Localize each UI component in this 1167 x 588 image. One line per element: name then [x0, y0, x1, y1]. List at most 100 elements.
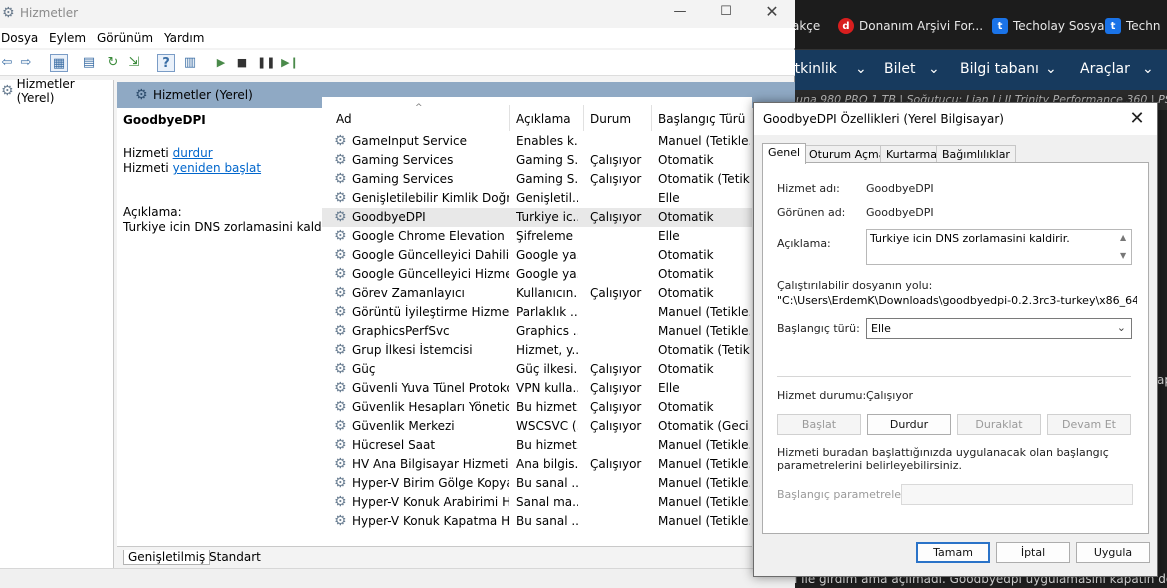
table-row[interactable]: ⚙ Hyper-V Birim Gölge Kopya... Bu sanal ..…: [322, 474, 752, 493]
services-gear-icon: ⚙: [1, 83, 14, 99]
bookmark-akakce[interactable]: akçe: [792, 17, 820, 35]
service-name-cell: HV Ana Bilgisayar Hizmeti: [352, 457, 509, 471]
services-gear-icon: ⚙: [135, 87, 148, 103]
service-name-cell: Görüntü İyileştirme Hizmeti: [352, 305, 509, 319]
service-name-cell: Güvenli Yuva Tünel Protoko...: [352, 381, 509, 395]
menu-gorunum[interactable]: Görünüm: [97, 31, 153, 45]
tab-standard[interactable]: Standart: [205, 550, 265, 564]
restart-service-icon[interactable]: ▶❙: [281, 54, 299, 72]
menu-eylem[interactable]: Eylem: [49, 31, 86, 45]
restart-service-link[interactable]: yeniden başlat: [173, 161, 261, 175]
service-status-cell: Çalışıyor: [590, 286, 642, 300]
startup-type-select[interactable]: Elle ⌄: [866, 318, 1132, 339]
properties-sheet-icon[interactable]: ▤: [80, 54, 98, 72]
bookmark-techolay-sosyal[interactable]: t Techolay Sosyal: [992, 17, 1108, 35]
table-row[interactable]: ⚙ Güç Güç ilkesi... Çalışıyor Otomatik: [322, 360, 752, 379]
stop-service-link[interactable]: durdur: [173, 146, 213, 160]
table-row[interactable]: ⚙ Görev Zamanlayıcı Kullanıcın... Çalışıyor…: [322, 284, 752, 303]
bookmark-donanim-arsivi[interactable]: d Donanım Arşivi For...: [838, 17, 983, 35]
nav-item-bilgi-tabani[interactable]: Bilgi tabanı: [960, 61, 1039, 77]
table-row[interactable]: ⚙ Google Güncelleyici Hizmet... Google ya.…: [322, 265, 752, 284]
close-icon[interactable]: ✕: [1125, 108, 1149, 130]
help-icon[interactable]: ?: [157, 54, 175, 72]
minimize-icon[interactable]: —: [665, 4, 695, 22]
service-description-cell: Gaming S...: [516, 153, 578, 167]
tab-genel[interactable]: Genel: [762, 143, 807, 164]
table-row[interactable]: ⚙ GoodbyeDPI Turkiye ic... Çalışıyor Otomati…: [322, 208, 752, 227]
column-header-durum[interactable]: Durum: [590, 112, 631, 126]
table-row[interactable]: ⚙ Güvenlik Merkezi WSCSVC (... Çalışıyor Oto…: [322, 417, 752, 436]
table-row[interactable]: ⚙ Hyper-V Konuk Kapatma Hi... Bu sanal ...…: [322, 512, 752, 531]
service-description-cell: Genişletil...: [516, 191, 578, 205]
start-service-icon[interactable]: ▶: [212, 54, 230, 72]
column-header-baslangic-turu[interactable]: Başlangıç Türü: [658, 112, 745, 126]
tab-oturum-acma[interactable]: Oturum Açma: [803, 145, 892, 163]
list-header: ^ Ad Açıklama Durum Başlangıç Türü: [322, 103, 752, 131]
forward-arrow-icon[interactable]: ⇨: [17, 54, 35, 72]
service-startup-cell: Otomatik: [658, 286, 714, 300]
column-header-aciklama[interactable]: Açıklama: [516, 112, 571, 126]
nav-item-araclar[interactable]: Araçlar: [1080, 61, 1130, 77]
table-row[interactable]: ⚙ Güvenlik Hesapları Yöneticisi Bu hizmet.…: [322, 398, 752, 417]
table-row[interactable]: ⚙ Grup İlkesi İstemcisi Hizmet, y... Otomat…: [322, 341, 752, 360]
bookmark-techolay[interactable]: t Techn: [1105, 17, 1160, 35]
table-row[interactable]: ⚙ GameInput Service Enables k... Manuel (Te…: [322, 132, 752, 151]
table-row[interactable]: ⚙ Google Chrome Elevation S... Şifreleme .…: [322, 227, 752, 246]
toolbar: ⇦ ⇨ ▦ ▤ ↻ ⇲ ? ▥ ▶ ■ ❚❚ ▶❙: [0, 50, 795, 76]
nav-item-bilet[interactable]: Bilet: [884, 61, 916, 77]
tab-bagimliliklar[interactable]: Bağımlılıklar: [936, 145, 1016, 163]
start-parameters-input[interactable]: [901, 484, 1133, 505]
table-row[interactable]: ⚙ HV Ana Bilgisayar Hizmeti Ana bilgis... Ç…: [322, 455, 752, 474]
service-startup-cell: Manuel (Tetikle...: [658, 438, 750, 452]
scroll-down-icon[interactable]: ▼: [1120, 251, 1126, 260]
description-value: Turkiye icin DNS zorlamasini kaldirir.: [870, 232, 1070, 245]
start-parameters-label: Başlangıç parametreleri:: [777, 488, 913, 501]
pause-service-icon[interactable]: ❚❚: [257, 54, 275, 72]
apply-button[interactable]: Uygula: [1076, 542, 1150, 563]
service-startup-cell: Manuel (Tetikle...: [658, 514, 750, 528]
table-row[interactable]: ⚙ Hyper-V Konuk Arabirimi H... Sanal ma...…: [322, 493, 752, 512]
resume-button[interactable]: Devam Et: [1047, 414, 1131, 435]
menu-yardim[interactable]: Yardım: [164, 31, 204, 45]
column-header-ad[interactable]: Ad: [336, 112, 352, 126]
tab-extended[interactable]: Genişletilmiş: [123, 550, 211, 565]
service-gear-icon: ⚙: [334, 228, 347, 244]
tab-kurtarma[interactable]: Kurtarma: [880, 145, 943, 163]
pause-button[interactable]: Duraklat: [957, 414, 1041, 435]
service-gear-icon: ⚙: [334, 304, 347, 320]
ok-button[interactable]: Tamam: [916, 542, 990, 563]
service-name-cell: Google Güncelleyici Hizmet...: [352, 267, 509, 281]
table-row[interactable]: ⚙ Hücresel Saat Bu hizmet... Manuel (Tetikl…: [322, 436, 752, 455]
export-list-icon[interactable]: ⇲: [125, 54, 143, 72]
service-startup-cell: Otomatik: [658, 248, 714, 262]
close-icon[interactable]: ✕: [757, 2, 787, 21]
refresh-icon[interactable]: ↻: [104, 54, 122, 72]
scroll-up-icon[interactable]: ▲: [1120, 233, 1126, 242]
table-row[interactable]: ⚙ GraphicsPerfSvc Graphics ... Manuel (Teti…: [322, 322, 752, 341]
stop-button[interactable]: Durdur: [867, 414, 951, 435]
table-row[interactable]: ⚙ Gaming Services Gaming S... Çalışıyor Otom…: [322, 170, 752, 189]
table-row[interactable]: ⚙ Görüntü İyileştirme Hizmeti Parlaklık ..…: [322, 303, 752, 322]
show-hide-pane-icon[interactable]: ▥: [181, 54, 199, 72]
table-row[interactable]: ⚙ Google Güncelleyici Dahili ... Google ya…: [322, 246, 752, 265]
console-tree-icon[interactable]: ▦: [50, 54, 68, 72]
dialog-title: GoodbyeDPI Özellikleri (Yerel Bilgisayar…: [763, 112, 1004, 126]
description-text: Turkiye icin DNS zorlamasini kaldirir.: [123, 220, 341, 234]
start-button[interactable]: Başlat: [777, 414, 861, 435]
cancel-button[interactable]: İptal: [996, 542, 1070, 563]
techolay-icon: t: [992, 18, 1008, 34]
menu-dosya[interactable]: Dosya: [1, 31, 38, 45]
maximize-icon[interactable]: ☐: [711, 4, 741, 22]
menu-bar: Dosya Eylem Görünüm Yardım: [0, 28, 795, 48]
description-textbox[interactable]: Turkiye icin DNS zorlamasini kaldirir. ▲…: [866, 229, 1132, 265]
back-arrow-icon[interactable]: ⇦: [0, 54, 16, 72]
tree-item-services-local[interactable]: ⚙ Hizmetler (Yerel): [0, 77, 110, 105]
stop-service-icon[interactable]: ■: [233, 54, 251, 72]
table-row[interactable]: ⚙ Gaming Services Gaming S... Çalışıyor Otom…: [322, 151, 752, 170]
service-startup-cell: Elle: [658, 229, 680, 243]
table-row[interactable]: ⚙ Genişletilebilir Kimlik Doğru... Genişle…: [322, 189, 752, 208]
background-text-fragment: ap: [1157, 373, 1167, 387]
service-description-cell: Parlaklık ...: [516, 305, 578, 319]
description-scrollbar[interactable]: ▲ ▼: [1117, 230, 1131, 264]
table-row[interactable]: ⚙ Güvenli Yuva Tünel Protoko... VPN kulla.…: [322, 379, 752, 398]
